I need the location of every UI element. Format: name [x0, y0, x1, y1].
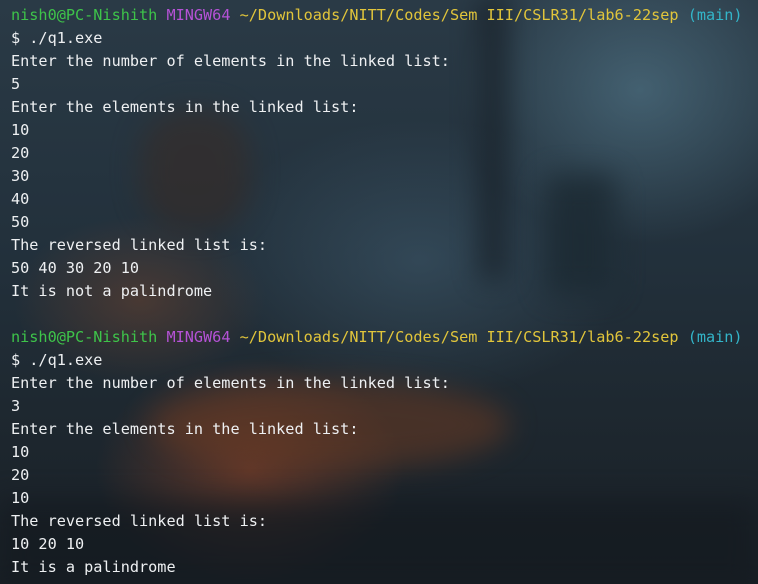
output-line: 10 20 10 [11, 535, 85, 553]
output-line: It is a palindrome [11, 558, 176, 576]
output-line: It is not a palindrome [11, 282, 213, 300]
shell-prompt: nish0@PC-Nishith MINGW64 ~/Downloads/NIT… [11, 4, 758, 27]
output-line: Enter the elements in the linked list: [11, 420, 359, 438]
output-line: 20 [11, 466, 30, 484]
output-line: 50 [11, 213, 30, 231]
output-line: 10 [11, 443, 30, 461]
command-line: $ ./q1.exe [11, 351, 103, 369]
terminal-output[interactable]: nish0@PC-Nishith MINGW64 ~/Downloads/NIT… [11, 4, 758, 584]
prompt-user-host: nish0@PC-Nishith [11, 328, 158, 346]
output-line: The reversed linked list is: [11, 512, 268, 530]
prompt-user-host: nish0@PC-Nishith [11, 6, 158, 24]
output-line: 40 [11, 190, 30, 208]
output-line: 20 [11, 144, 30, 162]
output-line: 5 [11, 75, 21, 93]
output-line: 3 [11, 397, 21, 415]
output-line: 10 [11, 489, 30, 507]
command-line: $ ./q1.exe [11, 29, 103, 47]
output-line: Enter the number of elements in the link… [11, 374, 450, 392]
prompt-git-branch: (main) [687, 6, 743, 24]
output-line: Enter the elements in the linked list: [11, 98, 359, 116]
output-line: The reversed linked list is: [11, 236, 268, 254]
prompt-git-branch: (main) [687, 328, 743, 346]
output-line: 50 40 30 20 10 [11, 259, 140, 277]
output-line: Enter the number of elements in the link… [11, 52, 450, 70]
output-line: 10 [11, 121, 30, 139]
shell-prompt: nish0@PC-Nishith MINGW64 ~/Downloads/NIT… [11, 326, 758, 349]
prompt-path: ~/Downloads/NITT/Codes/Sem III/CSLR31/la… [239, 6, 679, 24]
prompt-path: ~/Downloads/NITT/Codes/Sem III/CSLR31/la… [239, 328, 679, 346]
prompt-system: MINGW64 [166, 328, 231, 346]
prompt-system: MINGW64 [166, 6, 231, 24]
output-line: 30 [11, 167, 30, 185]
